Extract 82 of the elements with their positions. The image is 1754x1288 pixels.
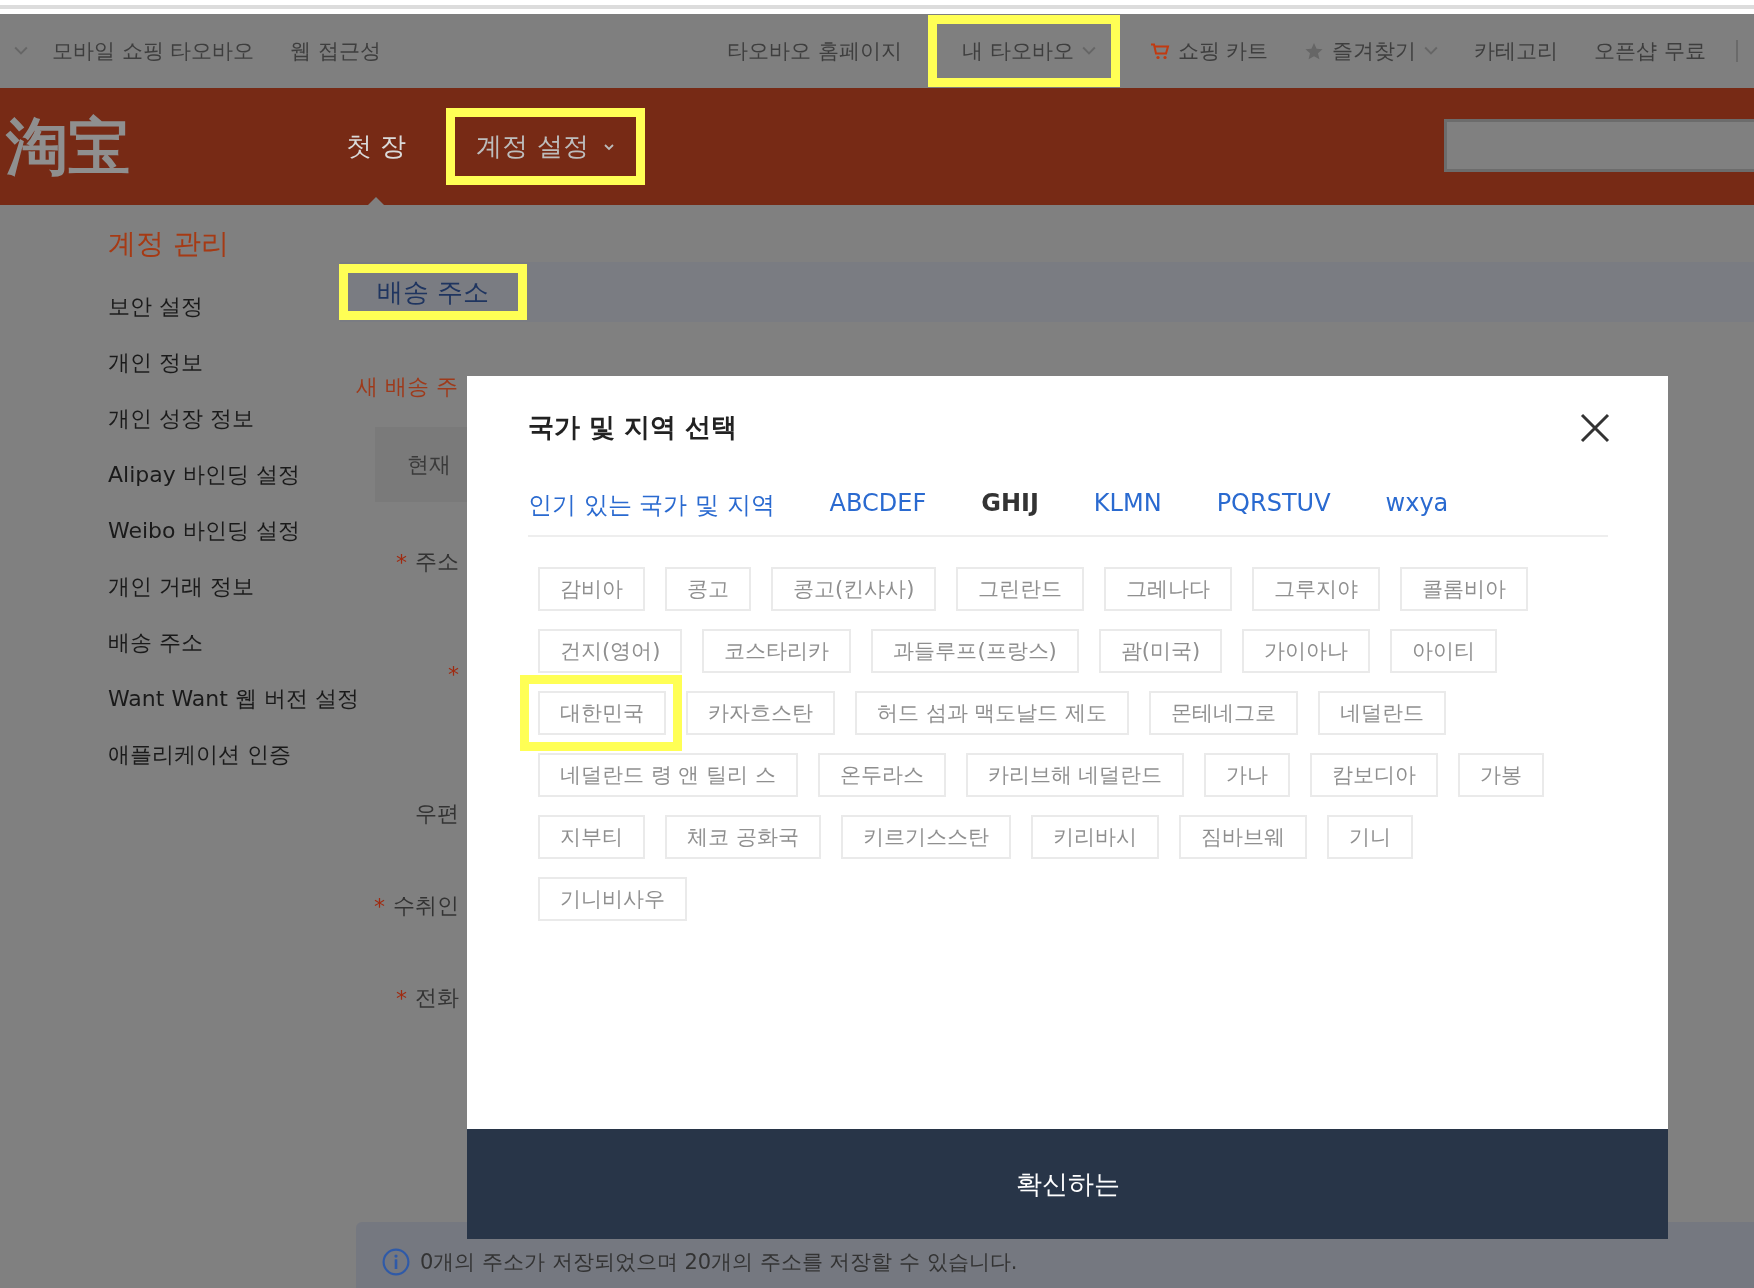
form-heading: 새 배송 주 bbox=[355, 373, 459, 401]
country-chip[interactable]: 네덜란드 령 앤 틸리 스 bbox=[538, 753, 798, 797]
sidebar-item[interactable]: Weibo 바인딩 설정 bbox=[108, 503, 300, 559]
sidebar-item[interactable]: 애플리케이션 인증 bbox=[108, 727, 291, 783]
country-chip[interactable]: 건지(영어) bbox=[538, 629, 683, 673]
country-chip[interactable]: 과들루프(프랑스) bbox=[871, 629, 1079, 673]
sidebar-item[interactable]: 배송 주소 bbox=[108, 615, 203, 671]
confirm-button[interactable]: 확신하는 bbox=[467, 1129, 1668, 1239]
country-chip[interactable]: 체코 공화국 bbox=[665, 815, 821, 859]
country-chip[interactable]: 콩고(킨샤사) bbox=[771, 567, 937, 611]
caret-icon bbox=[1424, 46, 1439, 56]
top-link[interactable]: 타오바오 홈페이지 bbox=[721, 27, 908, 75]
sidebar-item[interactable]: 개인 정보 bbox=[108, 335, 203, 391]
section-title: 배송 주소 bbox=[377, 276, 490, 309]
top-link[interactable]: 즐겨찾기 bbox=[1298, 27, 1445, 75]
country-chip[interactable]: 몬테네그로 bbox=[1149, 691, 1299, 735]
input-field[interactable]: 현재 bbox=[375, 427, 467, 502]
country-chip[interactable]: 지부티 bbox=[538, 815, 645, 859]
country-chip[interactable]: 그린란드 bbox=[956, 567, 1085, 611]
country-chip[interactable]: 카리브해 네덜란드 bbox=[965, 753, 1185, 797]
country-chip[interactable]: 기니 bbox=[1326, 815, 1413, 859]
tab[interactable]: KLMN bbox=[1093, 489, 1162, 521]
country-chip[interactable]: 감비아 bbox=[538, 567, 645, 611]
info-text: 0개의 주소가 저장되었으며 20개의 주소를 저장할 수 있습니다. bbox=[420, 1249, 1018, 1276]
top-link[interactable]: 오픈샵 무료 bbox=[1588, 27, 1712, 75]
field-label: 주소 bbox=[415, 548, 459, 576]
top-link[interactable]: 모바일 쇼핑 타오바오 bbox=[52, 37, 255, 65]
country-chip[interactable]: 대한민국 bbox=[538, 691, 666, 735]
caret-icon bbox=[1081, 46, 1096, 56]
country-chip[interactable]: 가봉 bbox=[1458, 753, 1545, 797]
country-chip[interactable]: 키리바시 bbox=[1030, 815, 1159, 859]
required-mark: * bbox=[374, 893, 385, 919]
logo[interactable]: 淘宝 bbox=[6, 104, 176, 189]
top-link[interactable]: 카테고리 bbox=[1468, 27, 1565, 75]
country-chip[interactable]: 키르기스스탄 bbox=[840, 815, 1011, 859]
caret-icon bbox=[602, 142, 615, 151]
star-icon bbox=[1304, 41, 1325, 61]
dialog-title: 국가 및 지역 선택 bbox=[528, 411, 738, 444]
tab[interactable]: GHIJ bbox=[981, 489, 1039, 521]
tab[interactable]: PQRSTUV bbox=[1216, 489, 1331, 521]
field-label: 우편 bbox=[415, 800, 459, 828]
sidebar-item[interactable]: Alipay 바인딩 설정 bbox=[108, 447, 300, 503]
sidebar-title: 계정 관리 bbox=[108, 226, 229, 262]
nav-link[interactable]: 계정 설정 bbox=[446, 108, 645, 185]
country-chip[interactable]: 기니비사우 bbox=[538, 877, 687, 921]
country-chip[interactable]: 그레나다 bbox=[1104, 567, 1233, 611]
sidebar-item[interactable]: Want Want 웹 버전 설정 bbox=[108, 671, 359, 727]
country-chip[interactable]: 그루지야 bbox=[1252, 567, 1381, 611]
country-chip[interactable]: 아이티 bbox=[1390, 629, 1498, 673]
top-link[interactable]: 웹 접근성 bbox=[290, 37, 382, 65]
country-chip[interactable]: 가나 bbox=[1204, 753, 1291, 797]
country-chip[interactable]: 가이아나 bbox=[1242, 629, 1371, 673]
sidebar-item[interactable]: 개인 거래 정보 bbox=[108, 559, 254, 615]
country-chip[interactable]: 네덜란드 bbox=[1318, 691, 1447, 735]
nav-link[interactable]: 첫 장 bbox=[346, 115, 407, 178]
required-mark: * bbox=[448, 662, 459, 687]
field-label: 전화 bbox=[415, 984, 459, 1012]
country-chip[interactable]: 카자흐스탄 bbox=[686, 691, 835, 735]
pointer-icon bbox=[366, 197, 387, 207]
country-chip[interactable]: 콜롬비아 bbox=[1400, 567, 1529, 611]
sidebar-item[interactable]: 보안 설정 bbox=[108, 279, 203, 335]
required-mark: * bbox=[396, 549, 407, 575]
tab[interactable]: ABCDEF bbox=[829, 489, 927, 521]
cart-icon bbox=[1149, 41, 1170, 61]
top-link[interactable]: 내 타오바오 bbox=[927, 15, 1120, 87]
country-chip[interactable]: 괌(미국) bbox=[1098, 629, 1223, 673]
sidebar-item[interactable]: 개인 성장 정보 bbox=[108, 391, 254, 447]
search-field[interactable] bbox=[1444, 119, 1754, 172]
info-icon bbox=[382, 1248, 410, 1276]
country-chip[interactable]: 짐바브웨 bbox=[1178, 815, 1307, 859]
country-chip[interactable]: 허드 섬과 맥도날드 제도 bbox=[855, 691, 1130, 735]
country-chip[interactable]: 캄보디아 bbox=[1310, 753, 1439, 797]
close-icon[interactable] bbox=[1580, 412, 1610, 443]
required-mark: * bbox=[396, 985, 407, 1011]
top-link[interactable]: 쇼핑 카트 bbox=[1143, 27, 1275, 75]
country-chip[interactable]: 코스타리카 bbox=[702, 629, 852, 673]
field-label: 수취인 bbox=[393, 892, 459, 920]
caret-icon[interactable] bbox=[14, 46, 28, 56]
country-chip[interactable]: 콩고 bbox=[665, 567, 751, 611]
tab[interactable]: 인기 있는 국가 및 지역 bbox=[528, 489, 775, 521]
tab[interactable]: wxya bbox=[1385, 489, 1449, 521]
country-chip[interactable]: 온두라스 bbox=[817, 753, 946, 797]
